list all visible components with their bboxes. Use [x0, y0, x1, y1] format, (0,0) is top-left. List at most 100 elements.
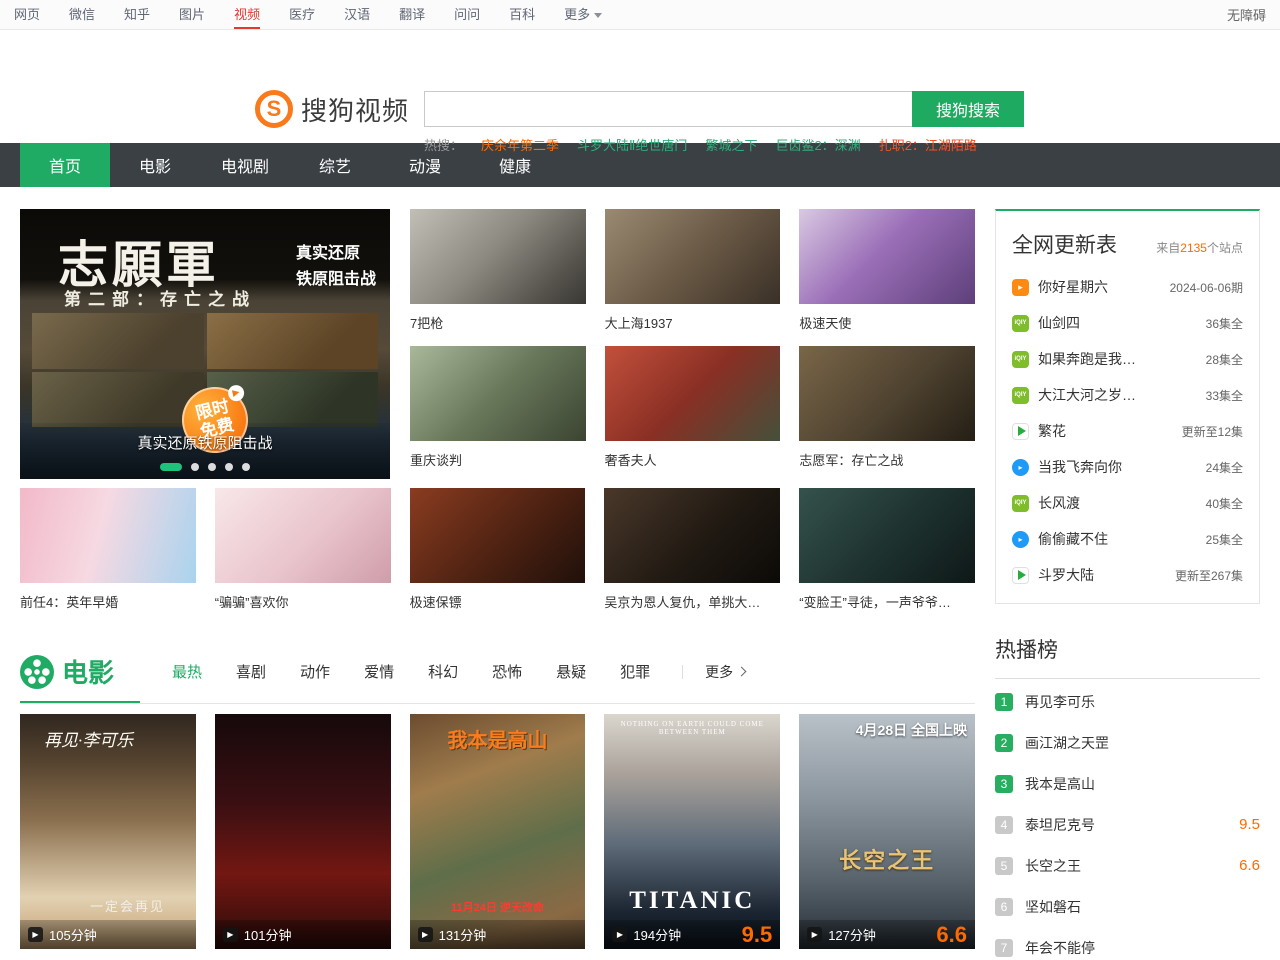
video-card[interactable]: 前任4：英年早婚	[20, 488, 196, 625]
carousel-dot[interactable]	[208, 463, 216, 471]
video-card[interactable]: 重庆谈判	[410, 346, 586, 483]
service-tab[interactable]: 汉语	[344, 0, 370, 29]
movie-duration: 105分钟	[49, 925, 97, 944]
service-tab[interactable]: 知乎	[124, 0, 150, 29]
logo-text: 搜狗视频	[301, 91, 409, 128]
service-tab[interactable]: 问问	[454, 0, 480, 29]
episode-info: 更新至12集	[1174, 423, 1243, 440]
video-card[interactable]: 极速天使	[799, 209, 975, 346]
movie-poster-card[interactable]: 4月28日 全国上映 长空之王 ▶ 127分钟 6.6	[799, 714, 975, 949]
service-tab[interactable]: 更多	[564, 0, 602, 29]
video-thumbnail	[410, 488, 586, 583]
category-nav-item[interactable]: 首页	[20, 143, 110, 187]
hot-ranking-item[interactable]: 6 坚如磐石	[995, 888, 1260, 925]
video-title: 极速天使	[799, 313, 975, 332]
video-site-icon	[1012, 423, 1029, 440]
movie-genre-tab[interactable]: 恐怖	[492, 661, 522, 682]
accessibility-link[interactable]: 无障碍	[1227, 5, 1266, 24]
hot-search-link[interactable]: 庆余年第二季	[481, 135, 559, 154]
hot-search-link[interactable]: 繁城之下	[705, 135, 757, 154]
hot-ranking-item[interactable]: 1 再见李可乐	[995, 683, 1260, 720]
video-card[interactable]: 大上海1937	[605, 209, 781, 346]
movie-genre-tab[interactable]: 科幻	[428, 661, 458, 682]
search-input[interactable]	[424, 91, 912, 127]
poster-title-art: 长空之王	[799, 843, 975, 875]
video-card[interactable]: 奢香夫人	[605, 346, 781, 483]
movie-genre-tab[interactable]: 爱情	[364, 661, 394, 682]
update-list-item[interactable]: 斗罗大陆 更新至267集	[1012, 557, 1243, 593]
sidebar: 全网更新表 来自2135个站点 你好星期六 2024-06-06期 仙剑四	[995, 209, 1260, 960]
video-thumbnail	[604, 488, 780, 583]
carousel-dot[interactable]	[160, 463, 182, 471]
movie-poster-card[interactable]: ▶ 101分钟	[215, 714, 391, 949]
category-nav-item[interactable]: 综艺	[290, 143, 380, 187]
show-title: 如果奔跑是我…	[1038, 349, 1136, 369]
movie-poster-card[interactable]: 我本是高山 11月24日 逆天改命 ▶ 131分钟	[410, 714, 586, 949]
category-nav-item[interactable]: 电影	[110, 143, 200, 187]
update-list-item[interactable]: 当我飞奔向你 24集全	[1012, 449, 1243, 485]
movie-genre-tab[interactable]: 动作	[300, 661, 330, 682]
hot-ranking-item[interactable]: 7 年会不能停	[995, 929, 1260, 960]
movie-poster-card[interactable]: 再见·李可乐 一定会再见 ▶ 105分钟	[20, 714, 196, 949]
movie-poster-card[interactable]: NOTHING ON EARTH COULD COME BETWEEN THEM…	[604, 714, 780, 949]
video-card[interactable]: “变脸王”寻徒，一声爷爷…	[799, 488, 975, 625]
update-list-item[interactable]: 大江大河之岁… 33集全	[1012, 377, 1243, 413]
poster-subtitle-art: 一定会再见	[90, 896, 196, 915]
video-site-icon	[1012, 459, 1029, 476]
update-list: 你好星期六 2024-06-06期 仙剑四 36集全 如果奔跑是我… 28集全	[1012, 269, 1243, 593]
update-source-count: 来自2135个站点	[1156, 239, 1243, 256]
video-title: 7把枪	[410, 313, 586, 332]
video-thumbnail	[410, 346, 586, 441]
service-tab[interactable]: 翻译	[399, 0, 425, 29]
service-tab[interactable]: 微信	[69, 0, 95, 29]
update-list-item[interactable]: 繁花 更新至12集	[1012, 413, 1243, 449]
service-tab-label: 视频	[234, 0, 260, 29]
hot-search-link[interactable]: 扎职2：江湖陌路	[879, 135, 977, 154]
video-thumbnail	[605, 209, 781, 304]
poster-info-bar: ▶ 101分钟	[215, 920, 391, 949]
video-card[interactable]: 极速保镖	[410, 488, 586, 625]
episode-info: 2024-06-06期	[1162, 279, 1243, 296]
update-list-item[interactable]: 你好星期六 2024-06-06期	[1012, 269, 1243, 305]
video-card[interactable]: 吴京为恩人复仇，单挑大…	[604, 488, 780, 625]
video-site-icon	[1012, 495, 1029, 512]
update-list-item[interactable]: 偷偷藏不住 25集全	[1012, 521, 1243, 557]
service-tab[interactable]: 百科	[509, 0, 535, 29]
service-tab[interactable]: 网页	[14, 0, 40, 29]
category-nav-item[interactable]: 电视剧	[200, 143, 290, 187]
movie-genre-tab[interactable]: 悬疑	[556, 661, 586, 682]
show-title: 你好星期六	[1038, 277, 1108, 297]
chevron-right-icon	[737, 667, 747, 677]
carousel-dot[interactable]	[225, 463, 233, 471]
page-content: 志願軍 真实还原 铁原阻击战 第二部：存亡之战 限时 免费 ▶	[0, 209, 1280, 960]
search-button[interactable]: 搜狗搜索	[912, 91, 1024, 127]
update-list-item[interactable]: 仙剑四 36集全	[1012, 305, 1243, 341]
update-panel-title: 全网更新表	[1012, 229, 1117, 259]
sogou-logo-icon: S	[255, 90, 293, 128]
hot-ranking-item[interactable]: 2 画江湖之天罡	[995, 724, 1260, 761]
video-card[interactable]: 7把枪	[410, 209, 586, 346]
poster-release-note: NOTHING ON EARTH COULD COME BETWEEN THEM	[604, 720, 780, 736]
update-list-item[interactable]: 长风渡 40集全	[1012, 485, 1243, 521]
hot-search-link[interactable]: 巨齿鲨2：深渊	[775, 135, 860, 154]
update-list-item[interactable]: 如果奔跑是我… 28集全	[1012, 341, 1243, 377]
hero-carousel[interactable]: 志願軍 真实还原 铁原阻击战 第二部：存亡之战 限时 免费 ▶	[20, 209, 390, 479]
movie-more-link[interactable]: 更多	[705, 662, 745, 682]
video-card[interactable]: 志愿军：存亡之战	[799, 346, 975, 483]
sogou-video-logo[interactable]: S 搜狗视频	[255, 90, 409, 128]
carousel-dot[interactable]	[242, 463, 250, 471]
service-tab[interactable]: 图片	[179, 0, 205, 29]
hot-ranking-item[interactable]: 3 我本是高山	[995, 765, 1260, 802]
hot-ranking-item[interactable]: 4 泰坦尼克号 9.5	[995, 806, 1260, 843]
hot-search-link[interactable]: 斗罗大陆Ⅱ绝世唐门	[577, 135, 687, 154]
service-tab[interactable]: 医疗	[289, 0, 315, 29]
video-site-icon	[1012, 531, 1029, 548]
video-card[interactable]: “骗骗”喜欢你	[215, 488, 391, 625]
movie-genre-tab[interactable]: 犯罪	[620, 661, 650, 682]
video-title: 志愿军：存亡之战	[799, 450, 975, 469]
service-tab[interactable]: 视频	[234, 0, 260, 29]
movie-genre-tab[interactable]: 最热	[172, 661, 202, 682]
hot-ranking-item[interactable]: 5 长空之王 6.6	[995, 847, 1260, 884]
movie-genre-tab[interactable]: 喜剧	[236, 661, 266, 682]
carousel-dot[interactable]	[191, 463, 199, 471]
